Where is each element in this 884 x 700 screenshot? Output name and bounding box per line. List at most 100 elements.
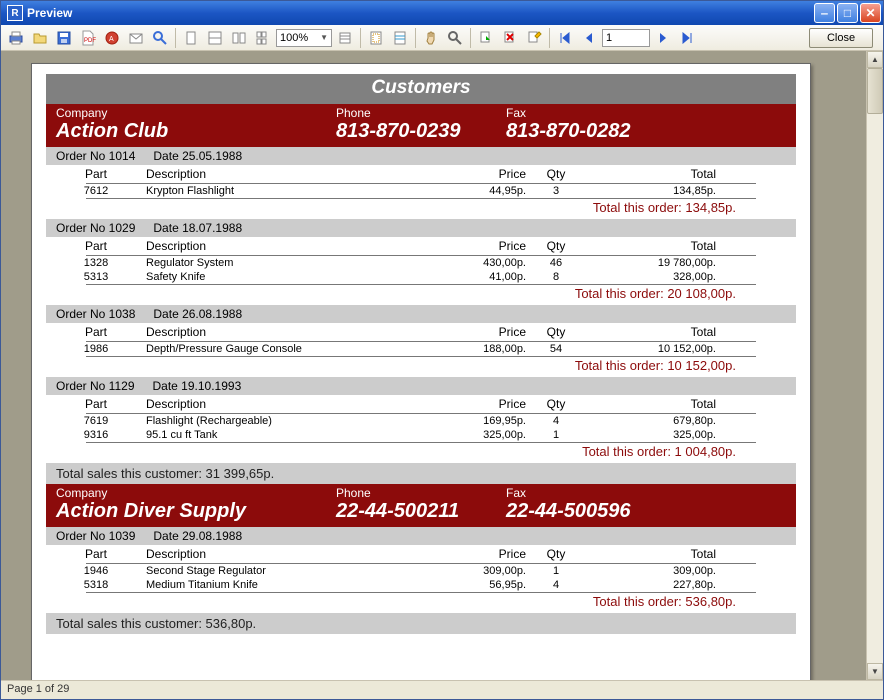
cell-description: Regulator System [146,257,396,269]
order-no: Order No 1039 [56,529,135,543]
cell-description: Second Stage Regulator [146,565,396,577]
export-pdf-alt-button[interactable]: A [101,27,123,49]
col-qty: Qty [526,167,586,181]
customer-header: CompanyPhoneFaxAction Club813-870-023981… [46,104,796,147]
find-button[interactable] [149,27,171,49]
two-pages-button[interactable] [228,27,250,49]
cell-description: Medium Titanium Knife [146,579,396,591]
whole-page-button[interactable] [180,27,202,49]
cell-price: 169,95р. [396,415,526,427]
cell-total: 10 152,00р. [586,343,716,355]
col-total: Total [586,325,716,339]
order-total: Total this order: 20 108,00р. [46,285,796,305]
page-width-button[interactable] [204,27,226,49]
col-qty: Qty [526,397,586,411]
order-date: Date 29.08.1988 [153,529,242,543]
col-total: Total [586,397,716,411]
cell-description: 95.1 cu ft Tank [146,429,396,441]
customer-total: Total sales this customer: 536,80р. [46,613,796,634]
table-header: PartDescriptionPriceQtyTotal [46,165,796,183]
col-part: Part [46,239,146,253]
email-button[interactable] [125,27,147,49]
statusbar: Page 1 of 29 [1,680,883,699]
toolbar: PDF A 100%▼ Close [1,25,883,51]
titlebar: R Preview ‒ □ ✕ [1,1,883,25]
cell-description: Flashlight (Rechargeable) [146,415,396,427]
minimize-button[interactable]: ‒ [814,3,835,23]
page-viewport[interactable]: CustomersCompanyPhoneFaxAction Club813-8… [1,51,866,680]
label-fax: Fax [506,486,786,500]
page-setup-button[interactable] [389,27,411,49]
export-pdf-button[interactable]: PDF [77,27,99,49]
scroll-up-button[interactable]: ▲ [867,51,883,68]
scroll-down-button[interactable]: ▼ [867,663,883,680]
zoom-menu-button[interactable] [334,27,356,49]
col-price: Price [396,325,526,339]
zoom-value: 100% [280,32,308,44]
print-button[interactable] [5,27,27,49]
value-phone: 22-44-500211 [336,500,506,523]
cell-price: 41,00р. [396,271,526,283]
cell-qty: 3 [526,185,586,197]
cell-qty: 8 [526,271,586,283]
edit-page-button[interactable] [523,27,545,49]
multi-pages-button[interactable] [252,27,274,49]
value-fax: 813-870-0282 [506,120,786,143]
label-phone: Phone [336,106,506,120]
cell-total: 309,00р. [586,565,716,577]
cell-price: 44,95р. [396,185,526,197]
col-qty: Qty [526,547,586,561]
table-row: 7612Krypton Flashlight44,95р.3134,85р. [46,184,796,198]
cell-part: 5313 [46,271,146,283]
prev-page-button[interactable] [578,27,600,49]
table-row: 1946Second Stage Regulator309,00р.1309,0… [46,564,796,578]
value-company: Action Diver Supply [56,500,336,523]
page-number-input[interactable] [602,29,650,47]
order-total: Total this order: 10 152,00р. [46,357,796,377]
cell-part: 1946 [46,565,146,577]
save-button[interactable] [53,27,75,49]
col-part: Part [46,397,146,411]
table-row: 931695.1 cu ft Tank325,00р.1325,00р. [46,428,796,442]
next-page-button[interactable] [652,27,674,49]
col-description: Description [146,397,396,411]
cell-qty: 46 [526,257,586,269]
scroll-thumb[interactable] [867,68,883,114]
report-title: Customers [46,74,796,104]
order-header: Order No 1129Date 19.10.1993 [46,377,796,395]
customer-header-values: Action Club813-870-0239813-870-0282 [56,120,786,143]
order-no: Order No 1038 [56,307,135,321]
zoom-tool-button[interactable] [444,27,466,49]
maximize-button[interactable]: □ [837,3,858,23]
first-page-button[interactable] [554,27,576,49]
customer-header-values: Action Diver Supply22-44-50021122-44-500… [56,500,786,523]
col-description: Description [146,167,396,181]
table-row: 7619Flashlight (Rechargeable)169,95р.467… [46,414,796,428]
cell-part: 9316 [46,429,146,441]
order-total: Total this order: 1 004,80р. [46,443,796,463]
delete-button[interactable] [499,27,521,49]
cell-total: 19 780,00р. [586,257,716,269]
page-status-label: Page 1 of 29 [7,683,69,695]
zoom-combo[interactable]: 100%▼ [276,29,332,47]
report-page: CustomersCompanyPhoneFaxAction Club813-8… [31,63,811,680]
open-button[interactable] [29,27,51,49]
close-preview-button[interactable]: Close [809,28,873,48]
svg-text:A: A [109,36,114,43]
hand-tool-button[interactable] [420,27,442,49]
col-price: Price [396,167,526,181]
col-part: Part [46,167,146,181]
close-window-button[interactable]: ✕ [860,3,881,23]
last-page-button[interactable] [676,27,698,49]
margins-button[interactable] [365,27,387,49]
customer-header-labels: CompanyPhoneFax [56,486,786,500]
cell-qty: 1 [526,565,586,577]
vertical-scrollbar[interactable]: ▲ ▼ [866,51,883,680]
order-date: Date 18.07.1988 [153,221,242,235]
cell-part: 5318 [46,579,146,591]
order-header: Order No 1038Date 26.08.1988 [46,305,796,323]
col-price: Price [396,547,526,561]
scroll-track[interactable] [867,68,883,663]
insert-button[interactable] [475,27,497,49]
col-description: Description [146,239,396,253]
